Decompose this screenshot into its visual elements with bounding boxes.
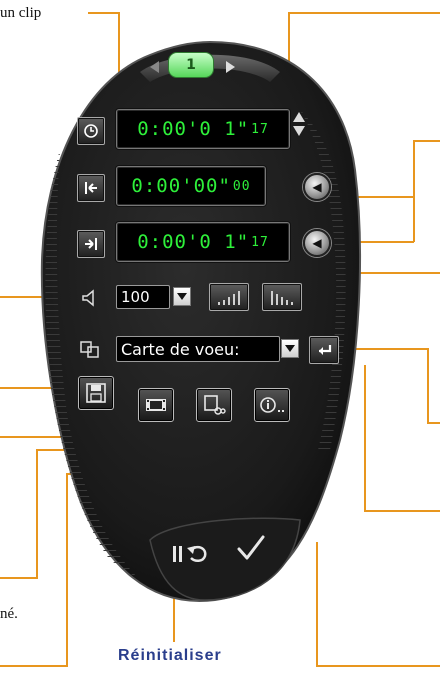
spin-down-icon[interactable] bbox=[293, 126, 305, 136]
film-icon bbox=[146, 399, 166, 411]
chevron-down-icon bbox=[177, 293, 187, 300]
mark-out-frames: 17 bbox=[251, 234, 269, 250]
chevron-down-icon bbox=[285, 345, 295, 352]
enter-icon bbox=[319, 345, 332, 355]
transition-icon bbox=[78, 338, 102, 360]
spin-up-icon[interactable] bbox=[293, 112, 305, 122]
clock-icon bbox=[84, 124, 98, 138]
mark-in-frames: 00 bbox=[232, 178, 251, 194]
mark-out-time: 0:00'0 1" bbox=[137, 231, 250, 253]
next-page-arrow[interactable] bbox=[226, 61, 235, 73]
duration-button[interactable] bbox=[77, 117, 105, 145]
mark-out-display[interactable]: 0:00'0 1" 17 bbox=[116, 222, 290, 262]
mark-in-time: 0:00'00" bbox=[131, 175, 231, 197]
fade-in-icon bbox=[218, 291, 240, 305]
set-mark-out-knob[interactable]: ◀ bbox=[303, 229, 331, 257]
volume-field[interactable]: 100 bbox=[116, 285, 170, 309]
mark-in-icon bbox=[85, 182, 97, 194]
apply-transition-button[interactable] bbox=[309, 336, 339, 364]
transition-dropdown-button[interactable] bbox=[281, 339, 299, 358]
prev-page-arrow[interactable] bbox=[150, 61, 159, 73]
volume-dropdown-button[interactable] bbox=[173, 287, 191, 306]
transition-select[interactable]: Carte de voeu: bbox=[116, 336, 280, 362]
fade-out-button[interactable] bbox=[262, 283, 302, 311]
film-button[interactable] bbox=[138, 388, 174, 422]
clip-duration-frames: 17 bbox=[251, 121, 269, 137]
speaker-icon bbox=[80, 288, 102, 308]
transition-select-value: Carte de voeu: bbox=[121, 339, 240, 359]
page-tab[interactable]: 1 bbox=[168, 52, 214, 78]
set-mark-in-knob[interactable]: ◀ bbox=[303, 173, 331, 201]
info-button[interactable] bbox=[254, 388, 290, 422]
volume-value: 100 bbox=[121, 288, 150, 306]
arrow-left-icon: ◀ bbox=[312, 236, 322, 250]
clip-duration-display[interactable]: 0:00'0 1" 17 bbox=[116, 109, 290, 149]
arrow-left-icon: ◀ bbox=[312, 180, 322, 194]
clip-duration-time: 0:00'0 1" bbox=[137, 118, 250, 140]
mark-in-display[interactable]: 0:00'00" 00 bbox=[116, 166, 266, 206]
ok-button[interactable] bbox=[230, 528, 272, 568]
info-icon bbox=[260, 397, 284, 413]
mark-in-button[interactable] bbox=[77, 174, 105, 202]
page-tab-number: 1 bbox=[186, 57, 196, 73]
fade-out-icon bbox=[271, 291, 293, 305]
fade-in-button[interactable] bbox=[209, 283, 249, 311]
split-clip-button[interactable] bbox=[196, 388, 232, 422]
reset-icon bbox=[173, 545, 207, 562]
reset-button[interactable] bbox=[168, 536, 212, 572]
duration-spinner[interactable] bbox=[291, 110, 307, 146]
save-disk-icon bbox=[86, 383, 106, 403]
film-cut-icon bbox=[204, 395, 226, 415]
save-button[interactable] bbox=[78, 376, 114, 410]
mark-out-icon bbox=[85, 238, 97, 250]
checkmark-icon bbox=[237, 535, 265, 560]
mark-out-button[interactable] bbox=[77, 230, 105, 258]
